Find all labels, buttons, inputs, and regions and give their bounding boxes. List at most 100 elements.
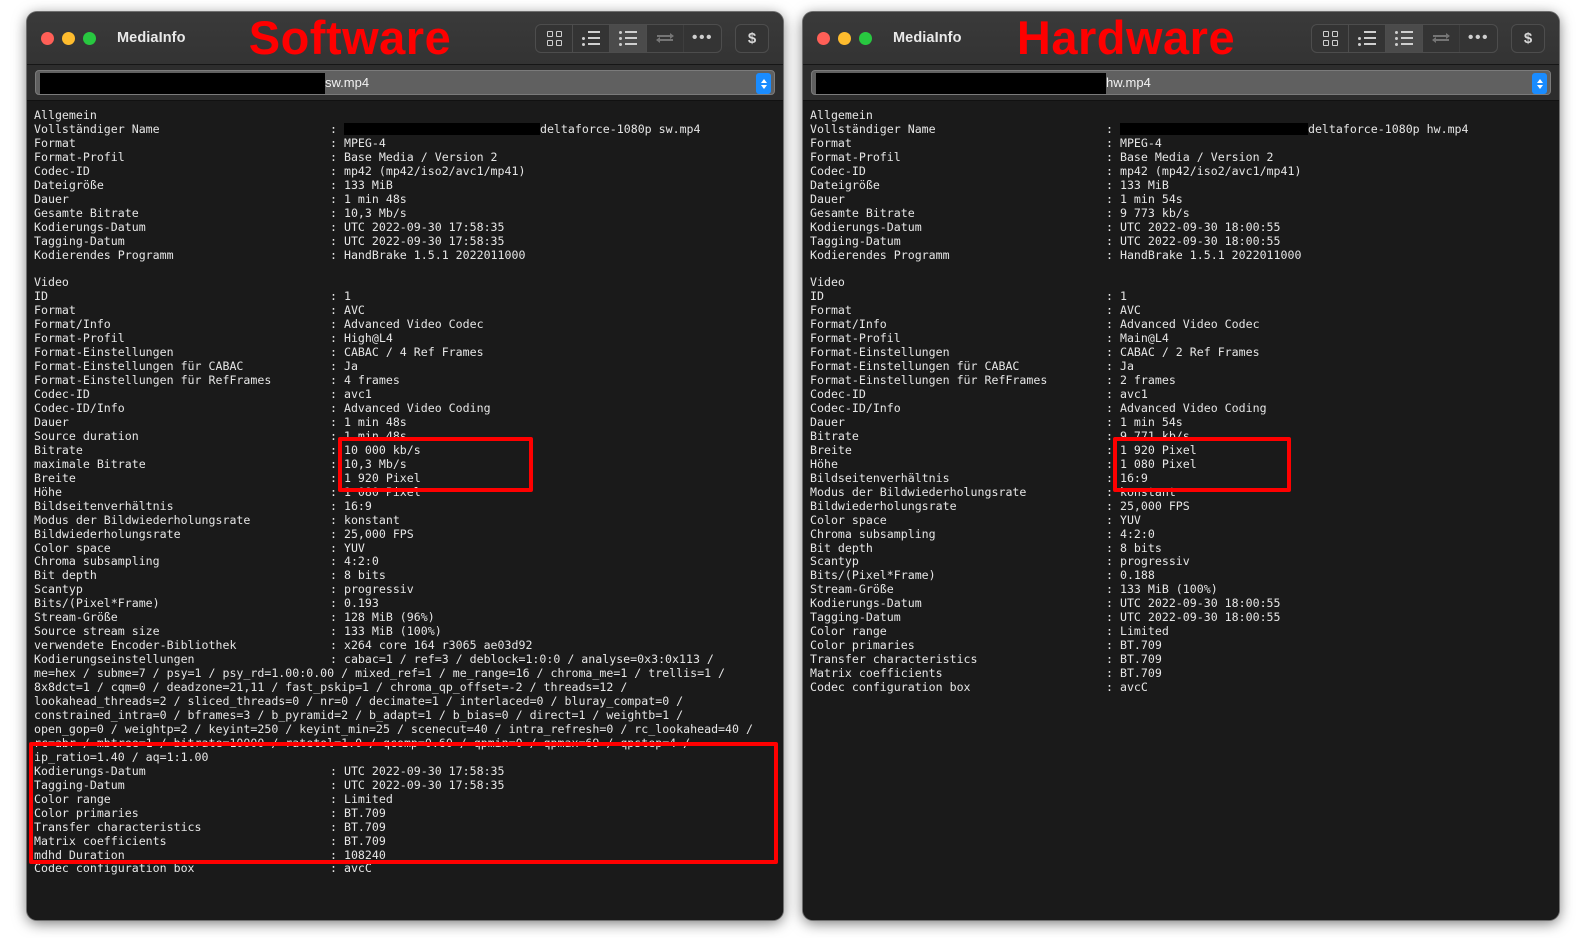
donate-button-hardware[interactable]: $ xyxy=(1511,23,1545,53)
view-mode-segmented-control-software[interactable]: ••• xyxy=(535,23,722,53)
info-row-value: UTC 2022-09-30 18:00:55 xyxy=(1119,233,1281,248)
info-row: Format-Profil: Base Media / Version 2 xyxy=(34,150,783,165)
tree-view-icon xyxy=(582,31,600,46)
info-row: Scantyp: progressiv xyxy=(34,582,783,597)
info-row: Kodierungs-Datum: UTC 2022-09-30 17:58:3… xyxy=(34,220,783,235)
export-button-hardware[interactable] xyxy=(1423,24,1460,52)
app-title-software: MediaInfo xyxy=(117,30,186,46)
info-row: Gesamte Bitrate: 10,3 Mb/s xyxy=(34,206,783,221)
info-row: Source duration: 1 min 48s xyxy=(34,428,783,444)
info-pane-hardware[interactable]: Allgemein Vollständiger Name: deltaforce-… xyxy=(803,101,1559,920)
info-section-title: Allgemein xyxy=(810,108,873,122)
info-row-separator: : xyxy=(330,512,344,527)
list-view-button-software[interactable] xyxy=(610,24,647,52)
info-row-key: Format xyxy=(34,135,76,150)
info-row-key: Dauer xyxy=(810,191,845,206)
app-title-hardware: MediaInfo xyxy=(893,30,962,46)
close-button-icon[interactable] xyxy=(41,31,54,45)
grid-view-button-hardware[interactable] xyxy=(1312,24,1349,52)
info-row-value: avcC xyxy=(1119,680,1148,695)
info-row: Format-Einstellungen: CABAC / 2 Ref Fram… xyxy=(810,345,1559,360)
info-row-separator: : xyxy=(330,819,344,834)
info-row: Höhe: 1 080 Pixel xyxy=(810,456,1559,472)
info-row-separator: : xyxy=(330,289,344,304)
info-row-separator: : xyxy=(330,401,344,415)
info-row-separator: : xyxy=(1106,135,1120,150)
info-row-key: Codec-ID xyxy=(810,163,866,178)
info-row: Codec-ID: avc1 xyxy=(34,387,783,402)
close-button-icon[interactable] xyxy=(817,31,830,45)
tree-view-icon xyxy=(1358,31,1376,46)
info-row-separator: : xyxy=(1106,205,1120,220)
info-row-separator: : xyxy=(1106,554,1120,569)
view-mode-segmented-control-hardware[interactable]: ••• xyxy=(1311,23,1498,53)
maximize-button-icon[interactable] xyxy=(83,31,96,45)
traffic-lights-software xyxy=(41,31,96,45)
file-path-field-software[interactable]: sw.mp4 xyxy=(35,70,775,95)
info-row-separator: : xyxy=(1106,233,1120,248)
export-icon xyxy=(656,32,674,44)
info-row-separator: : xyxy=(330,387,344,402)
more-options-button-hardware[interactable]: ••• xyxy=(1460,25,1497,52)
toolbar-software: ••• $ xyxy=(535,23,769,53)
info-row-continuation: rc=abr / mbtree=1 / bitrate=10000 / rate… xyxy=(34,735,691,750)
tree-view-button-hardware[interactable] xyxy=(1349,24,1386,52)
info-row: Kodierungs-Datum: UTC 2022-09-30 18:00:5… xyxy=(810,220,1559,235)
info-row-value: 1 min 48s xyxy=(343,414,407,429)
info-row-continuation: 8x8dct=1 / cqm=0 / deadzone=21,11 / fast… xyxy=(34,680,628,695)
minimize-button-icon[interactable] xyxy=(62,31,75,45)
info-row-value: 1 min 54s xyxy=(1119,414,1183,429)
file-stepper-hardware[interactable] xyxy=(1532,73,1547,94)
info-row-value: AVC xyxy=(1119,303,1141,318)
info-row: Vollständiger Name: deltaforce-1080p hw.… xyxy=(810,121,1559,137)
info-row-separator: : xyxy=(1106,121,1120,136)
info-row-separator: : xyxy=(330,833,344,848)
info-row: Codec-ID: mp42 (mp42/iso2/avc1/mp41) xyxy=(34,163,783,179)
list-view-button-hardware[interactable] xyxy=(1386,24,1423,52)
more-options-button-software[interactable]: ••• xyxy=(684,25,721,52)
info-row: Kodierungseinstellungen: cabac=1 / ref=3… xyxy=(34,652,783,667)
info-row-key: Bildseitenverhältnis xyxy=(34,498,174,513)
scroll-track-hardware[interactable] xyxy=(1557,101,1559,920)
info-row: Bit depth: 8 bits xyxy=(34,568,783,583)
redaction-bar xyxy=(40,73,325,94)
info-row-value: 1 min 48s xyxy=(343,428,407,443)
export-button-software[interactable] xyxy=(647,24,684,52)
export-icon xyxy=(1432,32,1450,44)
info-row-value: 133 MiB xyxy=(343,177,393,192)
info-row-continuation: open_gop=0 / weightp=2 / keyint=250 / ke… xyxy=(34,721,753,736)
info-row-key: Format-Einstellungen für CABAC xyxy=(34,359,244,374)
info-row: Kodierendes Programm: HandBrake 1.5.1 20… xyxy=(34,248,783,263)
info-row-separator: : xyxy=(330,568,344,583)
info-row: Codec-ID/Info: Advanced Video Coding xyxy=(34,401,783,416)
file-stepper-software[interactable] xyxy=(756,73,771,94)
info-row: Chroma subsampling: 4:2:0 xyxy=(34,555,783,569)
info-row-separator: : xyxy=(1106,149,1120,164)
tree-view-button-software[interactable] xyxy=(573,24,610,52)
info-row-value: avcC xyxy=(343,861,372,876)
info-row-value: BT.709 xyxy=(1119,666,1162,681)
info-row: Dauer: 1 min 48s xyxy=(34,192,783,207)
info-row-value: 1 080 Pixel xyxy=(1119,456,1197,471)
donate-button-software[interactable]: $ xyxy=(735,23,769,53)
info-row-key: Dauer xyxy=(810,414,845,429)
info-row-key: Bit depth xyxy=(34,568,97,583)
info-row-value: mp42 (mp42/iso2/avc1/mp41) xyxy=(343,163,526,178)
file-path-field-hardware[interactable]: hw.mp4 xyxy=(811,70,1551,95)
grid-view-button-software[interactable] xyxy=(536,24,573,52)
minimize-button-icon[interactable] xyxy=(838,31,851,45)
info-row-key: Tagging-Datum xyxy=(34,777,125,792)
info-row-key: Codec-ID xyxy=(34,387,90,402)
info-row: Scantyp: progressiv xyxy=(810,555,1559,569)
info-row: Gesamte Bitrate: 9 773 kb/s xyxy=(810,205,1559,221)
info-row: Color space: YUV xyxy=(34,540,783,556)
info-row: Breite: 1 920 Pixel xyxy=(34,471,783,486)
info-row: Bit depth: 8 bits xyxy=(810,541,1559,556)
info-row-separator: : xyxy=(330,540,344,555)
maximize-button-icon[interactable] xyxy=(859,31,872,45)
info-row-value: 1 min 54s xyxy=(1119,191,1183,206)
scroll-track-software[interactable] xyxy=(781,101,783,920)
info-row: Matrix coefficients: BT.709 xyxy=(810,666,1559,681)
info-row-value: Advanced Video Codec xyxy=(1119,317,1260,332)
info-pane-software[interactable]: Allgemein Vollständiger Name: deltaforce-… xyxy=(27,101,783,920)
